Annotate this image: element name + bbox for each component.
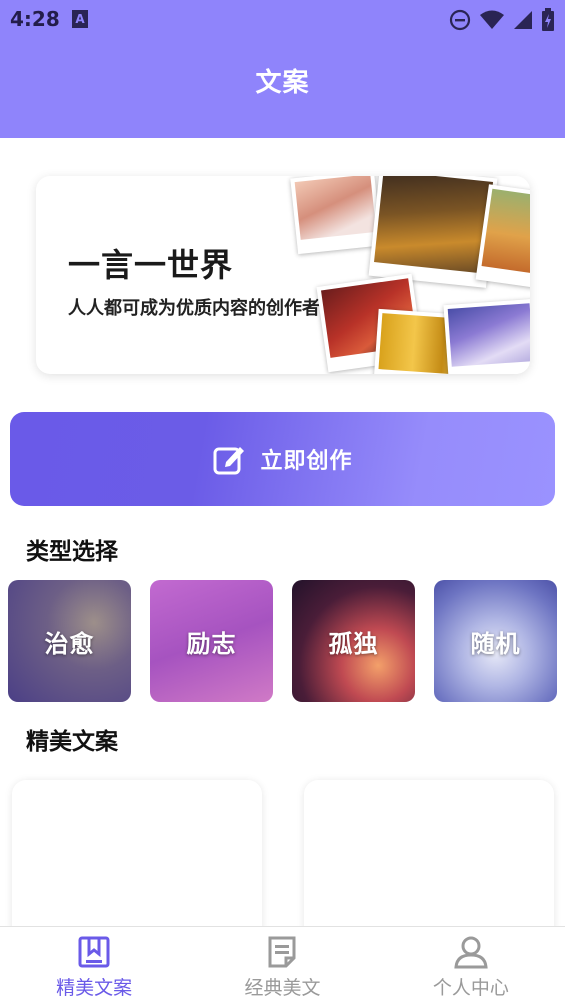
type-card-random[interactable]: 随机 bbox=[434, 580, 557, 702]
type-card-label: 孤独 bbox=[328, 629, 379, 658]
nav-label: 精美文案 bbox=[56, 977, 133, 999]
bookmark-book-icon bbox=[78, 936, 110, 968]
create-now-button[interactable]: 立即创作 bbox=[10, 412, 555, 506]
notification-app-icon: A bbox=[72, 10, 88, 28]
nav-featured-copy[interactable]: 精美文案 bbox=[0, 927, 188, 1004]
nav-profile[interactable]: 个人中心 bbox=[377, 927, 565, 1004]
banner-title: 一言一世界 bbox=[68, 246, 234, 284]
promo-banner[interactable]: 一言一世界 人人都可成为优质内容的创作者 bbox=[36, 176, 530, 374]
featured-section-title: 精美文案 bbox=[26, 729, 118, 755]
status-bar: 4:28 A bbox=[0, 0, 565, 40]
cellular-signal-icon bbox=[514, 11, 532, 29]
do-not-disturb-icon bbox=[449, 9, 471, 31]
featured-card[interactable] bbox=[12, 780, 262, 940]
banner-photo-frost bbox=[443, 298, 530, 374]
type-card-label: 随机 bbox=[470, 629, 521, 658]
featured-card[interactable] bbox=[304, 780, 554, 940]
status-icons bbox=[449, 8, 555, 32]
battery-icon bbox=[542, 8, 554, 31]
type-card-inspiration[interactable]: 励志 bbox=[150, 580, 273, 702]
bottom-navigation: 精美文案 经典美文 个人中心 bbox=[0, 926, 565, 1004]
edit-icon bbox=[213, 447, 245, 475]
type-card-loneliness[interactable]: 孤独 bbox=[292, 580, 415, 702]
banner-photo-snow bbox=[290, 176, 382, 255]
page-title: 文案 bbox=[255, 68, 310, 98]
create-now-label: 立即创作 bbox=[260, 449, 353, 474]
nav-classic-essays[interactable]: 经典美文 bbox=[188, 927, 376, 1004]
type-card-label: 治愈 bbox=[44, 629, 95, 658]
type-card-healing[interactable]: 治愈 bbox=[8, 580, 131, 702]
nav-label: 个人中心 bbox=[432, 977, 509, 999]
user-icon bbox=[454, 936, 488, 969]
document-icon bbox=[268, 936, 296, 968]
status-time: 4:28 bbox=[10, 7, 60, 31]
app-header: 4:28 A 文案 bbox=[0, 0, 565, 138]
wifi-icon bbox=[480, 10, 504, 29]
type-card-label: 励志 bbox=[186, 629, 237, 658]
nav-label: 经典美文 bbox=[244, 977, 321, 999]
type-section-title: 类型选择 bbox=[26, 539, 118, 565]
banner-subtitle: 人人都可成为优质内容的创作者 bbox=[68, 298, 320, 319]
